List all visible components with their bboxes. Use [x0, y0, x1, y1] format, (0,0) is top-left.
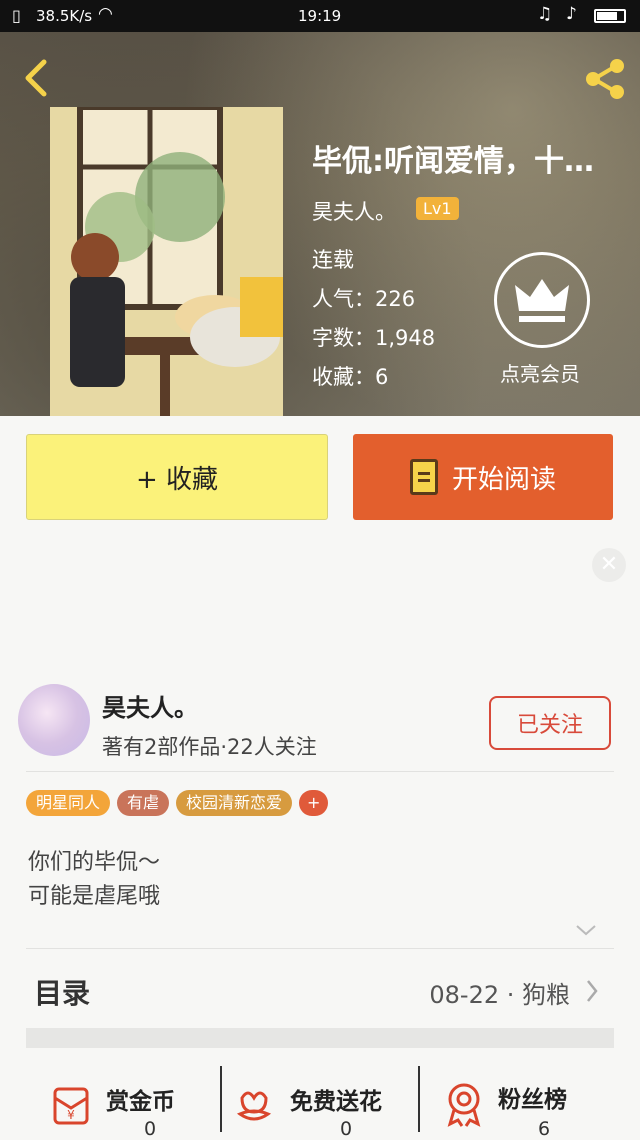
free-flowers[interactable]: 免费送花 0	[232, 1060, 412, 1140]
stat-divider	[220, 1066, 222, 1132]
add-tag-button[interactable]: +	[299, 790, 329, 816]
description-line: 可能是虐尾哦	[28, 884, 161, 909]
close-icon[interactable]: ✕	[592, 548, 626, 582]
toc-row[interactable]: 目录 08-22 · 狗粮	[0, 950, 640, 1028]
start-reading-button[interactable]: 开始阅读	[353, 434, 613, 520]
book-title: 毕侃:听闻爱情，十…	[312, 144, 594, 179]
description-line: 你们的毕侃～	[28, 850, 161, 875]
back-icon[interactable]	[18, 56, 58, 100]
reward-coins[interactable]: ¥ 赏金币 0	[40, 1060, 220, 1140]
author-info: 著有2部作品·22人关注	[102, 735, 317, 759]
red-envelope-icon: ¥	[52, 1086, 90, 1126]
stats-bar: ¥ 赏金币 0 免费送花 0 粉丝榜 6	[0, 1048, 640, 1140]
book-word-count: 字数：1,948	[312, 326, 436, 350]
book-status: 连载	[312, 248, 354, 272]
medal-icon	[444, 1082, 484, 1128]
follow-button[interactable]: 已关注	[489, 696, 611, 750]
stat-value: 0	[340, 1118, 353, 1140]
collect-label: + 收藏	[135, 464, 219, 495]
toc-latest: 08-22 · 狗粮	[429, 981, 570, 1009]
fans-ranking[interactable]: 粉丝榜 6	[430, 1060, 630, 1140]
expand-chevron-icon[interactable]	[574, 922, 598, 938]
book-favorites: 收藏：6	[312, 365, 389, 389]
collect-button[interactable]: + 收藏	[26, 434, 328, 520]
sim-icon: ▯	[12, 6, 21, 25]
share-icon[interactable]	[582, 56, 628, 102]
book-description: 你们的毕侃～ 可能是虐尾哦	[28, 846, 160, 914]
stat-label: 赏金币	[106, 1089, 175, 1115]
stat-label: 免费送花	[290, 1089, 382, 1115]
battery-icon	[594, 9, 626, 23]
svg-text:¥: ¥	[67, 1108, 75, 1122]
stat-value: 6	[538, 1118, 551, 1140]
stat-label: 粉丝榜	[498, 1087, 567, 1113]
wifi-icon: ◠	[98, 4, 113, 24]
stat-divider	[418, 1066, 420, 1132]
vip-label: 点亮会员	[500, 362, 580, 386]
headset-icon: ♫	[537, 4, 553, 24]
tag-item[interactable]: 明星同人	[26, 790, 111, 816]
tag-list: 明星同人 有虐 校园清新恋爱 +	[26, 790, 329, 816]
avatar[interactable]	[18, 684, 90, 756]
divider	[26, 771, 614, 772]
toc-label: 目录	[34, 977, 91, 1010]
flower-icon	[234, 1084, 274, 1126]
tag-item[interactable]: 校园清新恋爱	[176, 790, 293, 816]
mute-icon: ♪	[566, 4, 577, 24]
section-divider	[26, 1028, 614, 1048]
chevron-right-icon	[584, 978, 600, 1008]
vip-button[interactable]: 点亮会员	[492, 252, 598, 388]
follow-label: 已关注	[516, 713, 583, 738]
clock: 19:19	[298, 7, 342, 25]
status-bar: ▯ 38.5K/s ◠ 19:19 ♫ ♪	[0, 0, 640, 32]
start-reading-label: 开始阅读	[451, 464, 556, 495]
author-name[interactable]: 昊夫人。	[102, 688, 198, 723]
network-speed: 38.5K/s	[36, 7, 93, 25]
stat-value: 0	[144, 1118, 157, 1140]
level-badge: Lv1	[416, 197, 459, 220]
book-author[interactable]: 昊夫人。	[312, 196, 396, 226]
book-cover[interactable]	[50, 107, 283, 416]
book-popularity: 人气：226	[312, 287, 416, 311]
crown-icon	[494, 252, 590, 348]
book-icon	[409, 459, 438, 495]
divider	[26, 948, 614, 949]
tag-item[interactable]: 有虐	[117, 790, 170, 816]
book-header: 毕侃:听闻爱情，十… 昊夫人。 Lv1 连载 人气：226 字数：1,948 收…	[0, 32, 640, 416]
